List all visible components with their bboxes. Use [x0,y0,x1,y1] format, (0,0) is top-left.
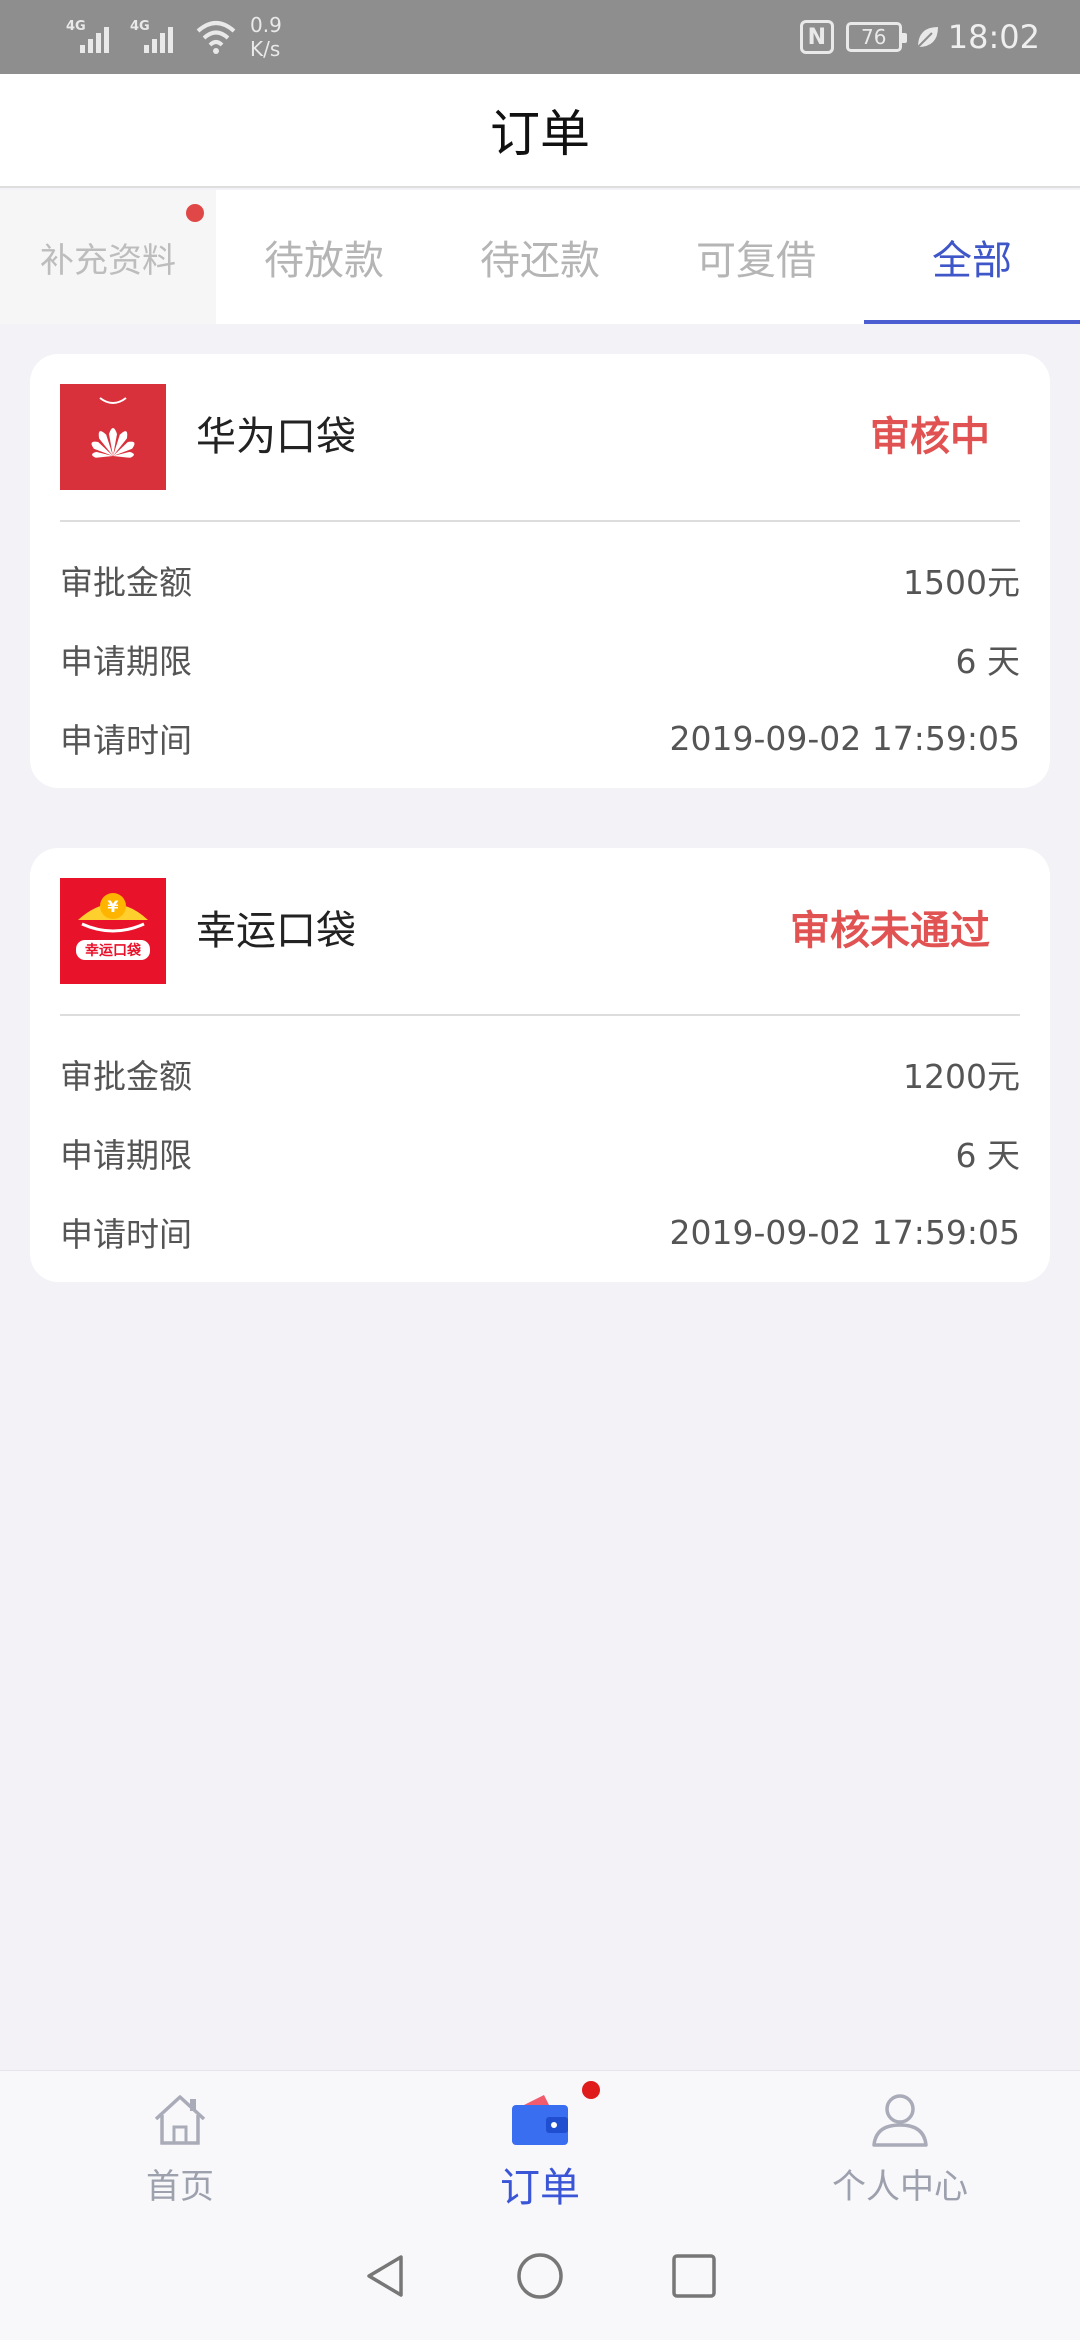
detail-row-approved-amount: 审批金额 1500元 [60,550,1020,610]
detail-value: 6 天 [955,1136,1021,1175]
nfc-icon: N [799,20,834,54]
tab-label: 待放款 [264,238,384,284]
nav-label: 首页 [146,2167,214,2207]
cell-signal-icon: 4G [130,17,182,57]
wallet-icon [512,2095,568,2145]
detail-row-apply-time: 申请时间 2019-09-02 17:59:05 [60,708,1020,768]
page-title: 订单 [490,105,590,163]
notification-dot [582,2081,600,2099]
order-card[interactable]: ¥ 幸运口袋 幸运口袋 审核未通过 审批金额 1200元 申请期限 6 天 申请… [30,848,1050,1282]
status-bar: 4G 4G 0.9 K/s N 76 18:02 [0,0,1080,74]
wifi-icon [196,21,236,54]
nav-orders[interactable]: 订单 [360,2071,720,2213]
system-nav-bar [0,2212,1080,2340]
tab-label: 补充资料 [40,240,176,281]
nav-label: 个人中心 [832,2167,968,2207]
detail-value: 1200元 [903,1057,1020,1096]
order-status: 审核中 [870,414,990,460]
cell-signal-icon: 4G [66,17,118,57]
tab-pending-loan[interactable]: 待放款 [216,190,432,324]
status-right: N 76 18:02 [799,10,1040,64]
speed-value: 0.9 [250,13,282,37]
detail-value: 1500元 [903,563,1020,602]
detail-value: 6 天 [955,642,1021,681]
network-speed: 0.9 K/s [250,13,282,61]
detail-row-approved-amount: 审批金额 1200元 [60,1044,1020,1104]
product-name: 幸运口袋 [196,908,356,954]
lucky-pocket-logo-icon: ¥ 幸运口袋 [60,878,166,984]
status-left: 4G 4G 0.9 K/s [66,10,282,64]
tab-label: 全部 [932,238,1012,284]
tab-label: 可复借 [696,238,816,284]
detail-value: 2019-09-02 17:59:05 [669,1212,1020,1252]
notification-dot [186,204,204,222]
power-saving-leaf-icon [917,27,938,48]
speed-unit: K/s [250,37,281,61]
status-time: 18:02 [947,18,1040,56]
nav-profile[interactable]: 个人中心 [720,2071,1080,2213]
tab-label: 待还款 [480,238,600,284]
recents-square-icon[interactable] [669,2251,719,2301]
bottom-nav: 首页 订单 个人中心 [0,2070,1080,2212]
detail-row-term: 申请期限 6 天 [60,629,1020,689]
huawei-logo-icon [60,384,166,490]
home-icon [154,2095,206,2145]
tab-all[interactable]: 全部 [864,190,1080,324]
detail-label: 审批金额 [60,1057,192,1096]
svg-text:¥: ¥ [107,897,118,916]
tab-reborrowable[interactable]: 可复借 [648,190,864,324]
detail-label: 申请时间 [60,1215,192,1254]
battery-icon: 76 [845,22,907,52]
tab-supplement-info[interactable]: 补充资料 [0,190,216,324]
tab-pending-repayment[interactable]: 待还款 [432,190,648,324]
divider [60,1014,1020,1016]
product-name: 华为口袋 [196,414,356,460]
divider [60,520,1020,522]
order-status: 审核未通过 [790,908,990,954]
detail-row-apply-time: 申请时间 2019-09-02 17:59:05 [60,1202,1020,1262]
home-circle-icon[interactable] [515,2251,565,2301]
detail-value: 2019-09-02 17:59:05 [669,718,1020,758]
order-card[interactable]: 华为口袋 审核中 审批金额 1500元 申请期限 6 天 申请时间 2019-0… [30,354,1050,788]
page-header: 订单 [0,74,1080,188]
detail-label: 申请时间 [60,721,192,760]
nav-home[interactable]: 首页 [0,2071,360,2213]
order-filter-tabs: 补充资料 待放款 待还款 可复借 全部 [0,190,1080,324]
detail-label: 审批金额 [60,563,192,602]
svg-text:幸运口袋: 幸运口袋 [85,942,142,959]
nav-label: 订单 [500,2165,580,2211]
person-icon [872,2094,928,2147]
detail-label: 申请期限 [60,642,192,681]
back-icon[interactable] [361,2251,411,2301]
detail-label: 申请期限 [60,1136,192,1175]
detail-row-term: 申请期限 6 天 [60,1123,1020,1183]
order-card-header: 华为口袋 审核中 [30,354,1050,520]
battery-level: 76 [861,25,887,49]
order-card-header: ¥ 幸运口袋 幸运口袋 审核未通过 [30,848,1050,1014]
